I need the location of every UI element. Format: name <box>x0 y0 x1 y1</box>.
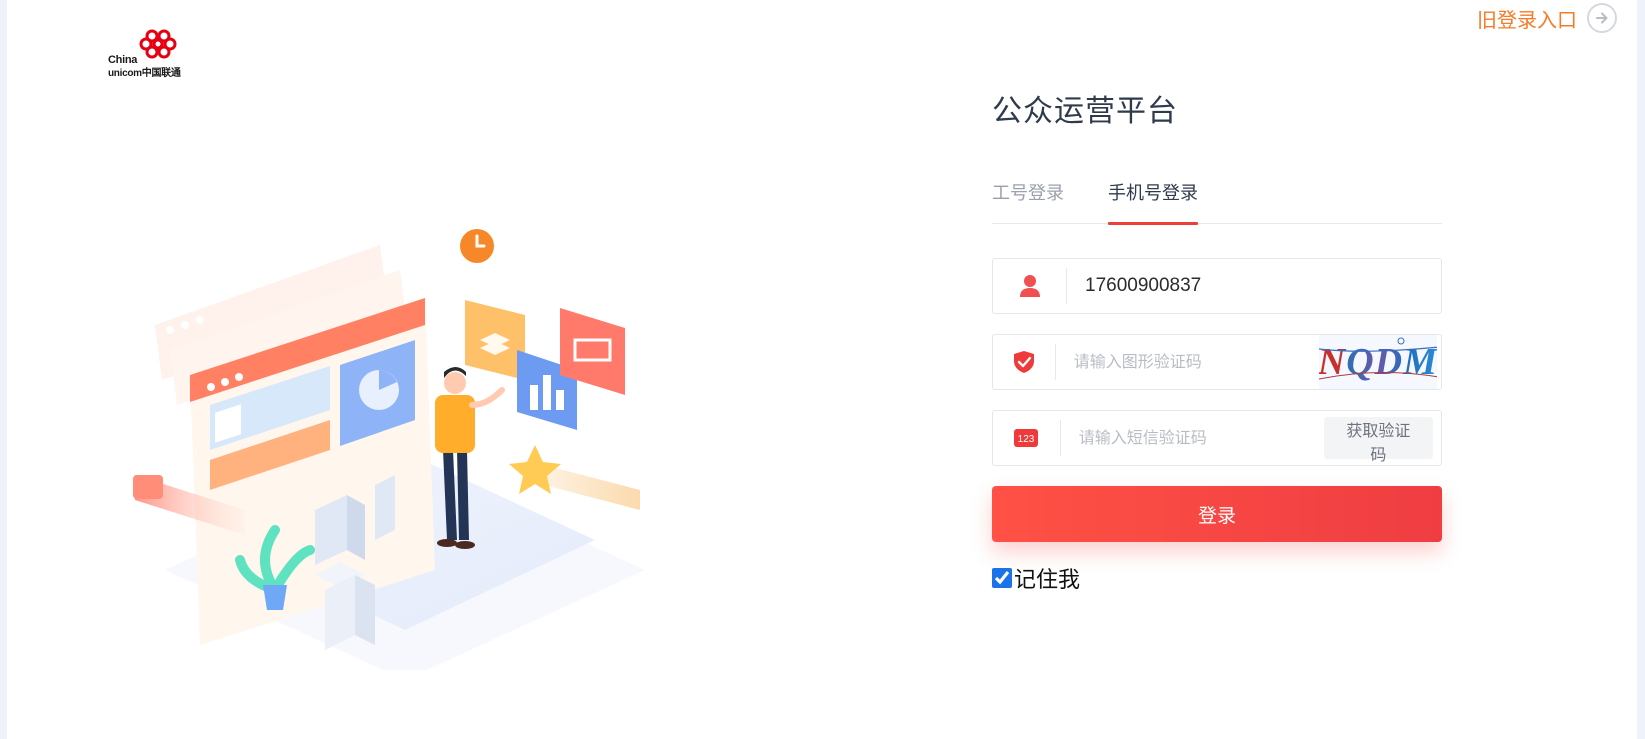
captcha-input[interactable] <box>1055 335 1319 389</box>
login-panel: 公众运营平台 工号登录 手机号登录 NQDM <box>992 90 1442 594</box>
logo-text-unicom: unicom中国联通 <box>108 68 181 79</box>
china-unicom-logo: China unicom中国联通 <box>104 28 186 79</box>
get-sms-code-button[interactable]: 获取验证码 <box>1323 417 1433 464</box>
phone-input[interactable] <box>1067 259 1441 313</box>
old-login-entry-label: 旧登录入口 <box>1477 9 1577 32</box>
captcha-field: NQDM <box>992 334 1442 390</box>
phone-field <box>992 258 1442 314</box>
sms-field: 123 获取验证码 <box>992 410 1442 466</box>
tab-employee-login[interactable]: 工号登录 <box>992 176 1064 224</box>
user-icon <box>993 268 1067 304</box>
login-page: China unicom中国联通 旧登录入口 公众运营平台 工号登录 手机号登录… <box>7 0 1637 739</box>
sms-code-input[interactable] <box>1060 411 1324 465</box>
arrow-right-circle-icon[interactable] <box>1587 3 1617 33</box>
shield-check-icon <box>993 344 1056 380</box>
tab-phone-login[interactable]: 手机号登录 <box>1108 176 1198 225</box>
page-title: 公众运营平台 <box>992 95 1178 128</box>
remember-me[interactable]: 记住我 <box>992 562 1442 594</box>
login-tabs: 工号登录 手机号登录 <box>992 176 1442 225</box>
isometric-illustration <box>133 214 645 670</box>
sms-icon-text: 123 <box>1018 434 1035 445</box>
remember-me-checkbox[interactable] <box>992 568 1012 588</box>
login-button[interactable]: 登录 <box>992 486 1442 542</box>
unicom-knot-icon <box>139 29 177 59</box>
old-login-entry-link[interactable]: 旧登录入口 <box>1477 2 1617 34</box>
sms-123-icon: 123 <box>993 420 1061 456</box>
remember-me-label: 记住我 <box>1014 567 1081 592</box>
captcha-image[interactable]: NQDM <box>1318 335 1437 389</box>
